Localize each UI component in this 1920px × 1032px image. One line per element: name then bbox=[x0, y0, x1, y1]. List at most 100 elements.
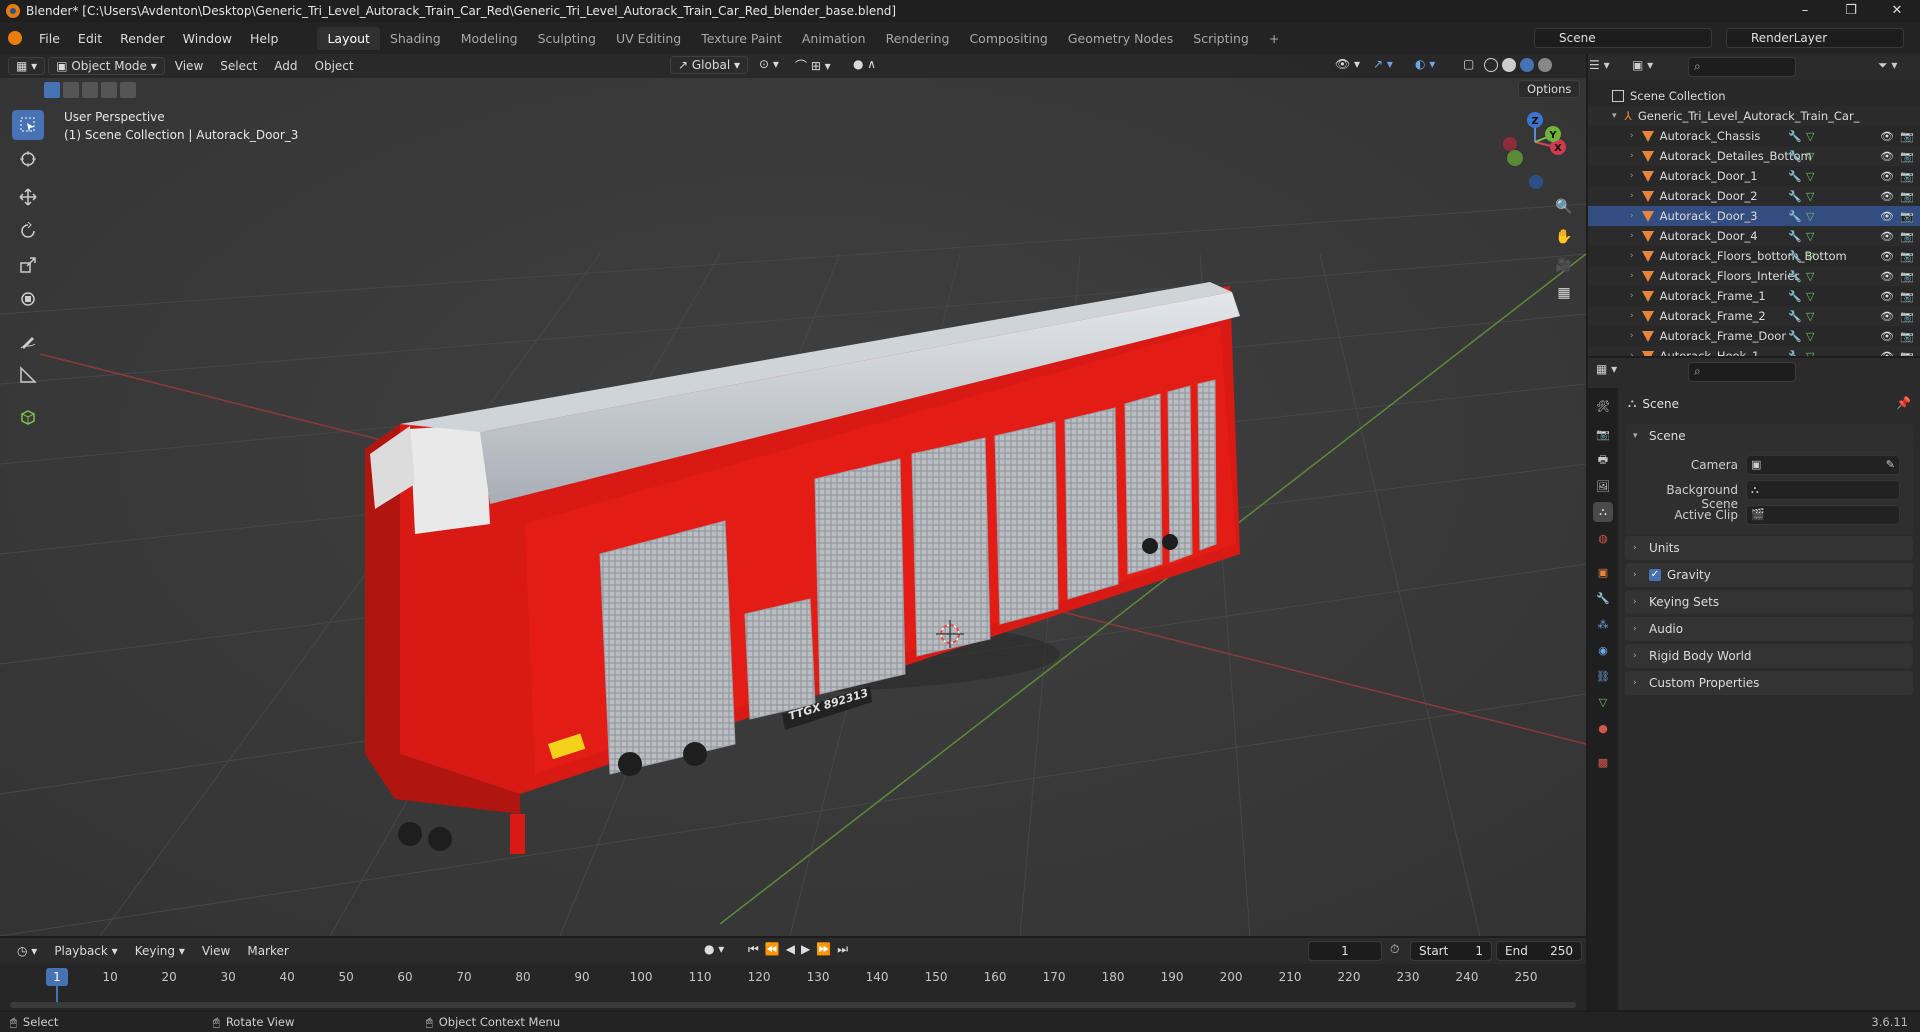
xray-toggle-button[interactable]: ▢ bbox=[1456, 56, 1481, 72]
menu-help[interactable]: Help bbox=[241, 31, 288, 46]
prev-keyframe-icon[interactable]: ⏪ bbox=[765, 942, 786, 956]
eyedropper-icon[interactable]: ✎ bbox=[1886, 458, 1895, 471]
next-keyframe-icon[interactable]: ⏩ bbox=[816, 942, 837, 956]
mesh-data-icon[interactable]: ▽ bbox=[1806, 310, 1814, 323]
modifier-icon[interactable]: 🔧 bbox=[1788, 350, 1802, 357]
visibility-eye-icon[interactable]: 👁 bbox=[1880, 310, 1894, 323]
rigid-body-world-panel[interactable]: › Rigid Body World bbox=[1625, 644, 1913, 668]
render-camera-icon[interactable]: 📷 bbox=[1900, 170, 1914, 183]
rendered-shading-button[interactable] bbox=[1538, 58, 1552, 72]
outliner-object-row[interactable]: › Autorack_Door_3 🔧 ▽ 👁 📷 bbox=[1588, 206, 1920, 226]
outliner-object-row[interactable]: › Autorack_Door_2 🔧 ▽ 👁 📷 bbox=[1588, 186, 1920, 206]
pan-view-button[interactable]: ✋ bbox=[1551, 224, 1577, 250]
mesh-data-icon[interactable]: ▽ bbox=[1806, 350, 1814, 357]
modifier-icon[interactable]: 🔧 bbox=[1788, 210, 1802, 223]
outliner-object-row[interactable]: › Autorack_Detailes_Bottom 🔧 ▽ 👁 📷 bbox=[1588, 146, 1920, 166]
solid-shading-button[interactable] bbox=[1502, 58, 1516, 72]
object-mode-dropdown[interactable]: ▣ Object Mode ▾ bbox=[48, 57, 165, 75]
material-shading-button[interactable] bbox=[1520, 58, 1534, 72]
select-invert-button[interactable] bbox=[101, 82, 117, 98]
select-extend-button[interactable] bbox=[63, 82, 79, 98]
render-camera-icon[interactable]: 📷 bbox=[1900, 310, 1914, 323]
tool-tab-icon[interactable]: 🛠 bbox=[1593, 396, 1613, 416]
modifier-icon[interactable]: 🔧 bbox=[1788, 290, 1802, 303]
visibility-eye-icon[interactable]: 👁 bbox=[1880, 170, 1894, 183]
outliner-object-row[interactable]: › Autorack_Floors_Interier 🔧 ▽ 👁 📷 bbox=[1588, 266, 1920, 286]
blender-menu-icon[interactable] bbox=[8, 31, 22, 45]
stopwatch-icon[interactable]: ⏱ bbox=[1390, 942, 1399, 957]
expand-chevron-icon[interactable]: › bbox=[1630, 231, 1634, 241]
units-panel[interactable]: › Units bbox=[1625, 536, 1913, 560]
mesh-data-icon[interactable]: ▽ bbox=[1806, 170, 1814, 183]
modifier-icon[interactable]: 🔧 bbox=[1788, 150, 1802, 163]
scene-selector[interactable]: Scene bbox=[1534, 28, 1712, 48]
visibility-eye-icon[interactable]: 👁 bbox=[1880, 330, 1894, 343]
outliner-object-row[interactable]: › Autorack_Hook_1 🔧 ▽ 👁 📷 bbox=[1588, 346, 1920, 356]
audio-panel[interactable]: › Audio bbox=[1625, 617, 1913, 641]
mesh-data-icon[interactable]: ▽ bbox=[1806, 130, 1814, 143]
mesh-data-icon[interactable]: ▽ bbox=[1806, 250, 1814, 263]
select-new-button[interactable] bbox=[44, 82, 60, 98]
play-icon[interactable]: ▶ bbox=[801, 942, 816, 956]
outliner-object-row[interactable]: › Autorack_Chassis 🔧 ▽ 👁 📷 bbox=[1588, 126, 1920, 146]
modifier-icon[interactable]: 🔧 bbox=[1788, 190, 1802, 203]
menu-edit[interactable]: Edit bbox=[69, 31, 111, 46]
visibility-eye-icon[interactable]: 👁 bbox=[1880, 230, 1894, 243]
tab-compositing[interactable]: Compositing bbox=[959, 27, 1057, 50]
world-tab-icon[interactable]: ◍ bbox=[1593, 528, 1613, 548]
close-window-button[interactable]: ✕ bbox=[1874, 0, 1920, 22]
outliner-object-row[interactable]: › Autorack_Frame_2 🔧 ▽ 👁 📷 bbox=[1588, 306, 1920, 326]
render-camera-icon[interactable]: 📷 bbox=[1900, 250, 1914, 263]
view-layer-filter-button[interactable]: ▣ ▾ bbox=[1632, 58, 1653, 72]
measure-tool[interactable] bbox=[12, 360, 44, 390]
outliner-object-row[interactable]: › Autorack_Frame_Door 🔧 ▽ 👁 📷 bbox=[1588, 326, 1920, 346]
tab-animation[interactable]: Animation bbox=[792, 27, 876, 50]
options-dropdown[interactable]: Options bbox=[1518, 80, 1581, 98]
expand-chevron-icon[interactable]: › bbox=[1630, 311, 1634, 321]
gravity-panel[interactable]: › ✓ Gravity bbox=[1625, 563, 1913, 587]
camera-view-button[interactable]: 🎥 bbox=[1551, 252, 1577, 278]
outliner-collection-row[interactable]: ▾ ⅄ Generic_Tri_Level_Autorack_Train_Car… bbox=[1588, 106, 1920, 126]
render-layer-selector[interactable]: RenderLayer bbox=[1726, 28, 1904, 48]
transform-tool[interactable] bbox=[12, 284, 44, 314]
object-tab-icon[interactable]: ▣ bbox=[1593, 562, 1613, 582]
visibility-eye-icon[interactable]: 👁 bbox=[1880, 250, 1894, 263]
texture-tab-icon[interactable]: ▩ bbox=[1593, 752, 1613, 772]
properties-search-input[interactable] bbox=[1688, 362, 1796, 382]
visibility-dropdown[interactable]: 👁 ▾ bbox=[1328, 56, 1367, 72]
tab-scripting[interactable]: Scripting bbox=[1183, 27, 1259, 50]
timeline-scrollbar[interactable] bbox=[10, 1002, 1576, 1008]
expand-chevron-icon[interactable]: › bbox=[1630, 191, 1634, 201]
select-intersect-button[interactable] bbox=[120, 82, 136, 98]
outliner-search-input[interactable] bbox=[1688, 57, 1796, 77]
keying-sets-panel[interactable]: › Keying Sets bbox=[1625, 590, 1913, 614]
3d-viewport[interactable]: TTGX 892313 Z Y X User Perspective (1) S… bbox=[0, 54, 1586, 936]
mesh-data-icon[interactable]: ▽ bbox=[1806, 190, 1814, 203]
playback-menu[interactable]: Playback ▾ bbox=[47, 943, 124, 959]
timeline-view-menu[interactable]: View bbox=[195, 943, 237, 959]
menu-file[interactable]: File bbox=[30, 31, 69, 46]
select-box-tool[interactable] bbox=[12, 110, 44, 140]
visibility-eye-icon[interactable]: 👁 bbox=[1880, 190, 1894, 203]
mesh-data-icon[interactable]: ▽ bbox=[1806, 150, 1814, 163]
gravity-checkbox[interactable]: ✓ bbox=[1649, 569, 1661, 581]
properties-editor-type-button[interactable]: ▦ ▾ bbox=[1596, 362, 1617, 376]
visibility-eye-icon[interactable]: 👁 bbox=[1880, 130, 1894, 143]
jump-start-icon[interactable]: ⏮ bbox=[748, 942, 765, 956]
select-menu[interactable]: Select bbox=[213, 58, 264, 74]
timeline-editor-type-button[interactable]: ◷ ▾ bbox=[10, 943, 44, 959]
constraints-tab-icon[interactable]: ⛓ bbox=[1593, 666, 1613, 686]
modifier-icon[interactable]: 🔧 bbox=[1788, 330, 1802, 343]
minimize-button[interactable]: – bbox=[1782, 0, 1828, 22]
outliner-object-row[interactable]: › Autorack_Door_4 🔧 ▽ 👁 📷 bbox=[1588, 226, 1920, 246]
tab-rendering[interactable]: Rendering bbox=[876, 27, 960, 50]
end-frame-field[interactable]: End 250 bbox=[1496, 941, 1582, 961]
mesh-data-icon[interactable]: ▽ bbox=[1806, 330, 1814, 343]
play-reverse-icon[interactable]: ◀ bbox=[786, 942, 801, 956]
rotate-tool[interactable] bbox=[12, 216, 44, 246]
render-camera-icon[interactable]: 📷 bbox=[1900, 350, 1914, 357]
render-camera-icon[interactable]: 📷 bbox=[1900, 330, 1914, 343]
gizmo-toggle-button[interactable]: ↗ ▾ bbox=[1366, 56, 1400, 72]
snap-toggle-button[interactable]: ⌒ ⊞ ▾ bbox=[788, 56, 838, 75]
modifier-icon[interactable]: 🔧 bbox=[1788, 130, 1802, 143]
